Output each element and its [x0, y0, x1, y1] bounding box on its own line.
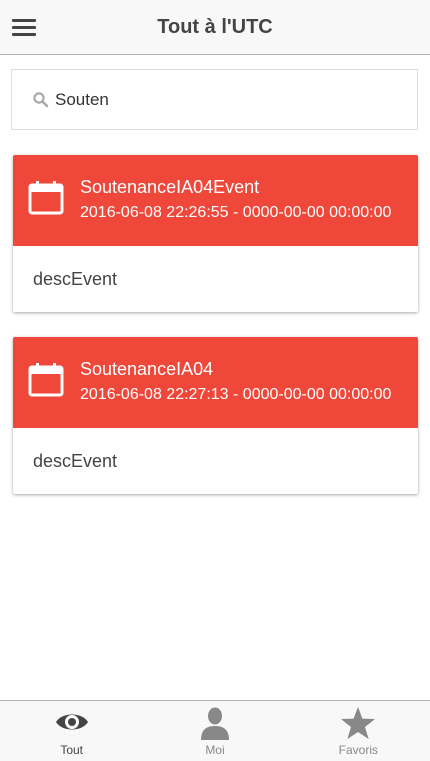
event-card-header: SoutenanceIA04 2016-06-08 22:27:13 - 000…: [13, 337, 418, 428]
event-card[interactable]: SoutenanceIA04Event 2016-06-08 22:26:55 …: [13, 155, 418, 312]
event-description: descEvent: [33, 451, 118, 471]
event-title: SoutenanceIA04Event: [80, 177, 260, 197]
event-card[interactable]: SoutenanceIA04 2016-06-08 22:27:13 - 000…: [13, 337, 418, 494]
person-icon: [200, 707, 229, 740]
tab-favoris[interactable]: Favoris: [287, 701, 430, 761]
calendar-icon: [28, 181, 64, 215]
tab-label: Tout: [60, 743, 83, 757]
star-icon: [341, 707, 376, 739]
event-title: SoutenanceIA04: [80, 359, 214, 379]
search-icon: [33, 92, 49, 108]
bottom-tab-bar: Tout Moi Favoris: [0, 700, 430, 761]
tab-label: Moi: [205, 743, 225, 757]
tab-tout[interactable]: Tout: [0, 701, 143, 761]
tab-moi[interactable]: Moi: [143, 701, 286, 761]
tab-label: Favoris: [338, 743, 378, 757]
calendar-icon: [28, 363, 64, 397]
event-description: descEvent: [33, 269, 118, 289]
app: Tout à l'UTC SoutenanceIA04Event 2016-06…: [0, 0, 430, 761]
header-bar: Tout à l'UTC: [0, 0, 430, 55]
search-input[interactable]: [55, 70, 405, 129]
eye-icon: [55, 714, 88, 730]
event-date: 2016-06-08 22:26:55 - 0000-00-00 00:00:0…: [80, 204, 392, 221]
event-date: 2016-06-08 22:27:13 - 0000-00-00 00:00:0…: [80, 386, 392, 403]
page-title: Tout à l'UTC: [157, 16, 273, 38]
event-card-header: SoutenanceIA04Event 2016-06-08 22:26:55 …: [13, 155, 418, 246]
search-bar[interactable]: [11, 69, 418, 130]
